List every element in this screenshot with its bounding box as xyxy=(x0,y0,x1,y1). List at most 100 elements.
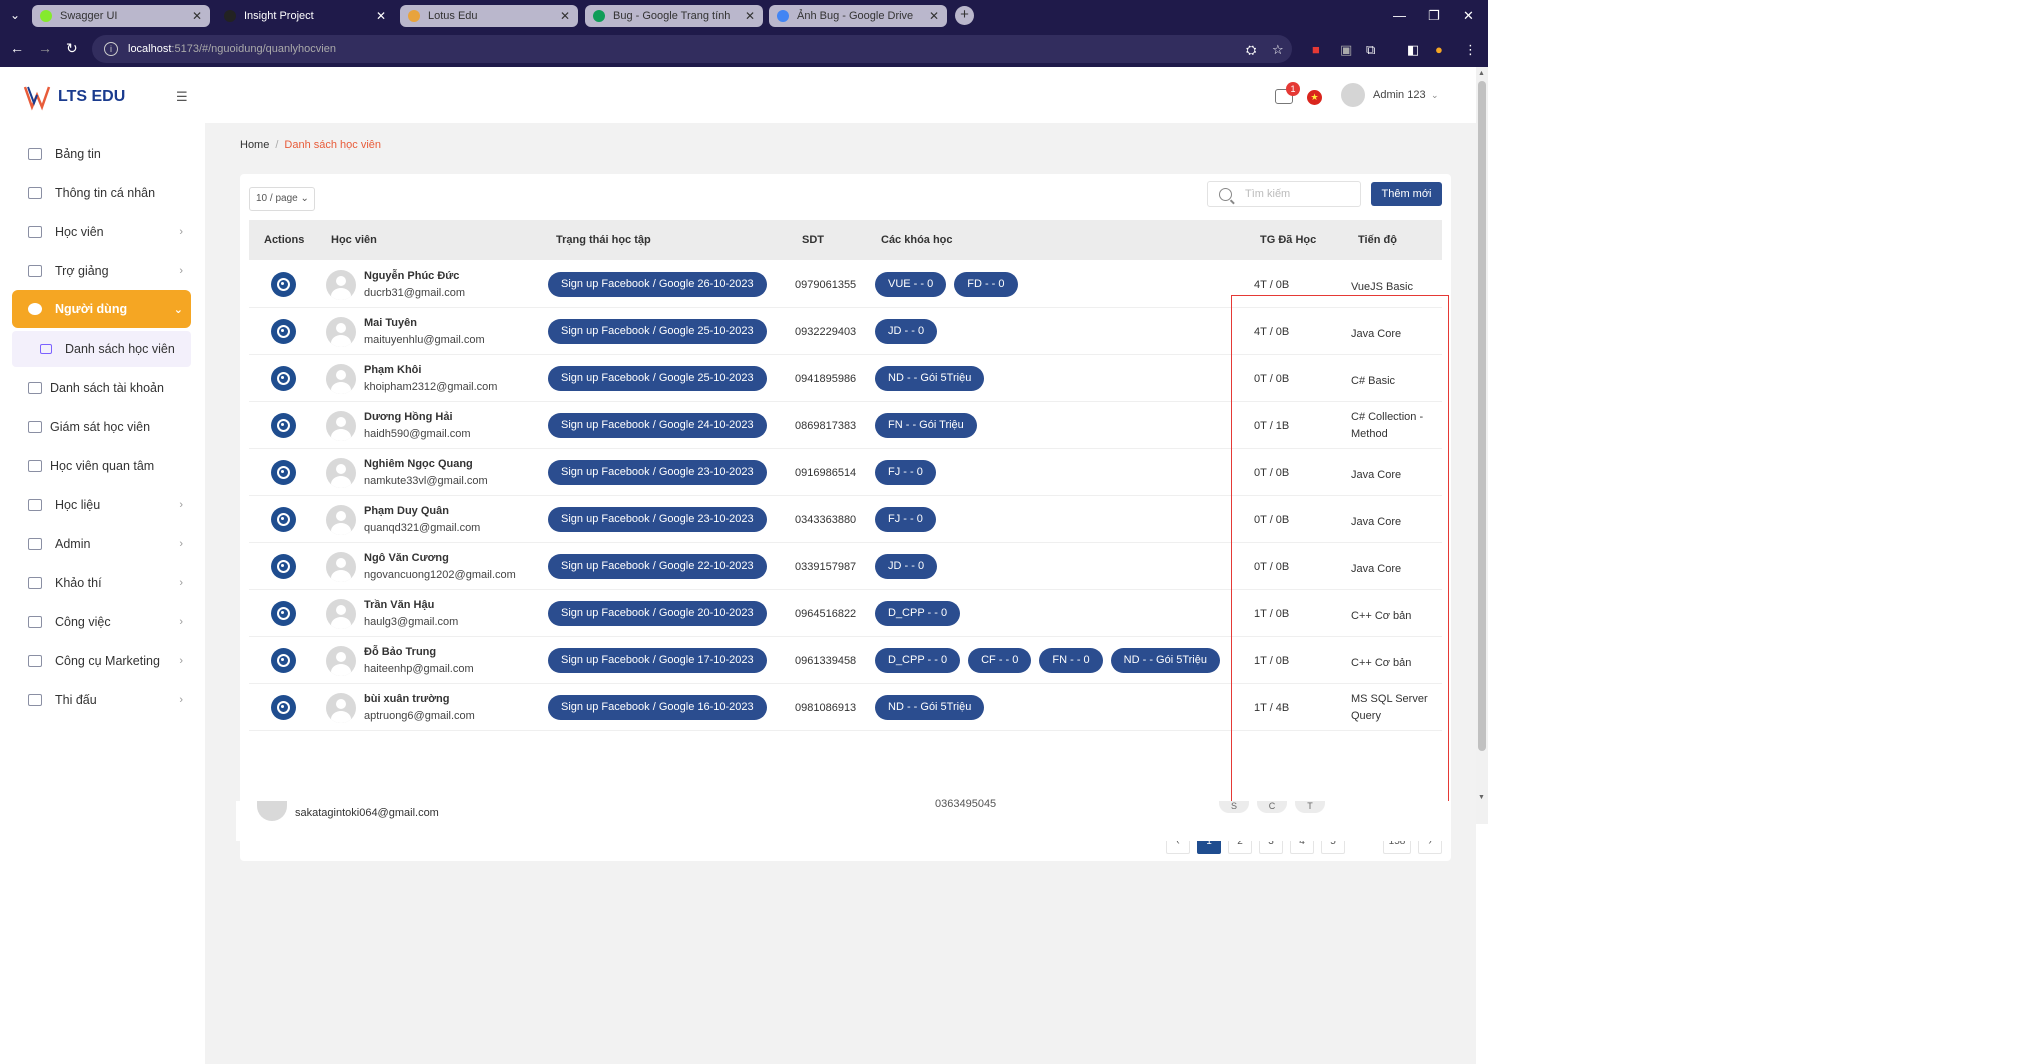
course-chip[interactable]: FN - - 0 xyxy=(1039,648,1103,673)
course-chip[interactable]: ND - - Gói 5Triệu xyxy=(875,366,985,391)
browser-tab[interactable]: Insight Project ✕ xyxy=(216,5,394,27)
extension-grey-icon[interactable]: ▣ xyxy=(1340,42,1352,58)
sidebar-item[interactable]: Thi đấu › xyxy=(12,682,191,718)
profile-icon[interactable]: ● xyxy=(1435,42,1443,57)
status-badge[interactable]: Sign up Facebook / Google 16-10-2023 xyxy=(548,695,767,720)
close-tab-icon[interactable]: ✕ xyxy=(560,9,570,23)
bookmark-star-icon[interactable]: ☆ xyxy=(1272,42,1284,58)
settings-gear-icon[interactable] xyxy=(271,648,296,673)
settings-gear-icon[interactable] xyxy=(271,601,296,626)
course-chip[interactable]: FN - - Gói Triệu xyxy=(875,413,977,438)
course-chip[interactable]: FD - - 0 xyxy=(954,272,1018,297)
logo-text: LTS EDU xyxy=(58,88,126,105)
sidebar-item[interactable]: Học viên › xyxy=(12,214,191,250)
vietnam-flag-icon[interactable]: ★ xyxy=(1307,90,1322,105)
scroll-up-icon[interactable]: ▲ xyxy=(1478,70,1485,77)
close-tab-icon[interactable]: ✕ xyxy=(376,9,386,23)
chevron-down-icon[interactable]: ⌄ xyxy=(1431,90,1439,101)
status-badge[interactable]: Sign up Facebook / Google 22-10-2023 xyxy=(548,554,767,579)
settings-gear-icon[interactable] xyxy=(271,507,296,532)
browser-menu-icon[interactable]: ⋮ xyxy=(1464,42,1477,58)
sidebar-item[interactable]: Người dùng ⌄ xyxy=(12,290,191,328)
sidebar-item[interactable]: Trợ giảng › xyxy=(12,253,191,289)
settings-gear-icon[interactable] xyxy=(271,413,296,438)
sidebar-item[interactable]: Học liệu › xyxy=(12,487,191,523)
forward-icon[interactable]: → xyxy=(38,40,52,56)
status-badge[interactable]: Sign up Facebook / Google 25-10-2023 xyxy=(548,319,767,344)
extensions-puzzle-icon[interactable]: ⧉ xyxy=(1366,42,1375,58)
scroll-down-icon[interactable]: ▼ xyxy=(1478,794,1485,801)
back-icon[interactable]: ← xyxy=(10,40,24,56)
chevron-icon: › xyxy=(179,265,183,277)
sidebar-item[interactable]: Thông tin cá nhân xyxy=(12,175,191,211)
course-chip[interactable]: D_CPP - - 0 xyxy=(875,648,961,673)
url-input[interactable]: i localhost :5173/#/nguoidung/quanlyhocv… xyxy=(92,35,1292,63)
sidepanel-icon[interactable]: ◧ xyxy=(1407,42,1419,58)
search-input[interactable] xyxy=(1245,188,1345,200)
search-icon[interactable] xyxy=(1219,187,1232,201)
browser-tab[interactable]: Ảnh Bug - Google Drive ✕ xyxy=(769,5,947,27)
course-chip[interactable]: ND - - Gói 5Triệu xyxy=(1110,648,1220,673)
settings-gear-icon[interactable] xyxy=(271,695,296,720)
menu-toggle-icon[interactable]: ☰ xyxy=(176,89,188,105)
admin-name[interactable]: Admin 123 xyxy=(1373,89,1426,101)
restore-icon[interactable]: ❐ xyxy=(1428,8,1440,24)
extension-red-icon[interactable]: ■ xyxy=(1312,42,1320,57)
settings-gear-icon[interactable] xyxy=(271,460,296,485)
status-badge[interactable]: Sign up Facebook / Google 26-10-2023 xyxy=(548,272,767,297)
settings-gear-icon[interactable] xyxy=(271,319,296,344)
close-tab-icon[interactable]: ✕ xyxy=(929,9,939,23)
sidebar-item-label: Học viên xyxy=(55,225,104,239)
next-row-peek: sakatagintoki064@gmail.com 0363495045 S … xyxy=(236,798,1451,841)
course-chip[interactable]: D_CPP - - 0 xyxy=(875,601,961,626)
sidebar-item[interactable]: Danh sách tài khoản xyxy=(12,370,191,406)
status-badge[interactable]: Sign up Facebook / Google 23-10-2023 xyxy=(548,507,767,532)
browser-tab[interactable]: Swagger UI ✕ xyxy=(32,5,210,27)
sidebar-item[interactable]: Học viên quan tâm xyxy=(12,448,191,484)
page-size-select[interactable]: 10 / page ⌄ xyxy=(249,187,315,211)
favicon-icon xyxy=(593,10,605,22)
settings-gear-icon[interactable] xyxy=(271,554,296,579)
close-window-icon[interactable]: ✕ xyxy=(1463,8,1474,24)
tab-search-icon[interactable]: ⌄ xyxy=(10,8,20,22)
add-new-button[interactable]: Thêm mới xyxy=(1371,182,1442,206)
close-tab-icon[interactable]: ✕ xyxy=(745,9,755,23)
status-badge[interactable]: Sign up Facebook / Google 25-10-2023 xyxy=(548,366,767,391)
reload-icon[interactable]: ↻ xyxy=(66,40,78,57)
site-info-icon[interactable]: i xyxy=(104,42,118,56)
new-tab-button[interactable]: + xyxy=(955,6,974,25)
browser-tab[interactable]: Lotus Edu ✕ xyxy=(400,5,578,27)
sidebar-item[interactable]: Công cụ Marketing › xyxy=(12,643,191,679)
course-chip[interactable]: ND - - Gói 5Triệu xyxy=(875,695,985,720)
course-chip[interactable]: FJ - - 0 xyxy=(875,507,936,532)
breadcrumb-separator: / xyxy=(275,139,279,151)
minimize-icon[interactable]: — xyxy=(1393,8,1406,23)
browser-tab[interactable]: Bug - Google Trang tính ✕ xyxy=(585,5,763,27)
sidebar-item[interactable]: Công việc › xyxy=(12,604,191,640)
status-badge[interactable]: Sign up Facebook / Google 17-10-2023 xyxy=(548,648,767,673)
time-studied: 4T / 0B xyxy=(1254,279,1290,291)
course-chip[interactable]: VUE - - 0 xyxy=(875,272,947,297)
sidebar-item[interactable]: Bảng tin xyxy=(12,136,191,172)
status-badge[interactable]: Sign up Facebook / Google 23-10-2023 xyxy=(548,460,767,485)
course-chip[interactable]: JD - - 0 xyxy=(875,554,938,579)
status-badge[interactable]: Sign up Facebook / Google 20-10-2023 xyxy=(548,601,767,626)
sidebar-item[interactable]: Khảo thí › xyxy=(12,565,191,601)
course-chip[interactable]: CF - - 0 xyxy=(968,648,1032,673)
translate-icon[interactable]: ⛭ xyxy=(1246,42,1256,58)
close-tab-icon[interactable]: ✕ xyxy=(192,9,202,23)
status-badge[interactable]: Sign up Facebook / Google 24-10-2023 xyxy=(548,413,767,438)
page-scrollbar[interactable]: ▲ ▼ xyxy=(1476,67,1488,824)
settings-gear-icon[interactable] xyxy=(271,366,296,391)
course-chip[interactable]: JD - - 0 xyxy=(875,319,938,344)
admin-avatar[interactable] xyxy=(1341,83,1365,107)
course-chip[interactable]: FJ - - 0 xyxy=(875,460,936,485)
scroll-thumb[interactable] xyxy=(1478,81,1486,751)
breadcrumb-home[interactable]: Home xyxy=(240,139,269,151)
sidebar-item[interactable]: Danh sách học viên xyxy=(12,331,191,367)
breadcrumb-current: Danh sách học viên xyxy=(284,139,382,151)
sidebar-item[interactable]: Admin › xyxy=(12,526,191,562)
logo[interactable]: LTS EDU xyxy=(22,83,125,111)
settings-gear-icon[interactable] xyxy=(271,272,296,297)
sidebar-item[interactable]: Giám sát học viên xyxy=(12,409,191,445)
